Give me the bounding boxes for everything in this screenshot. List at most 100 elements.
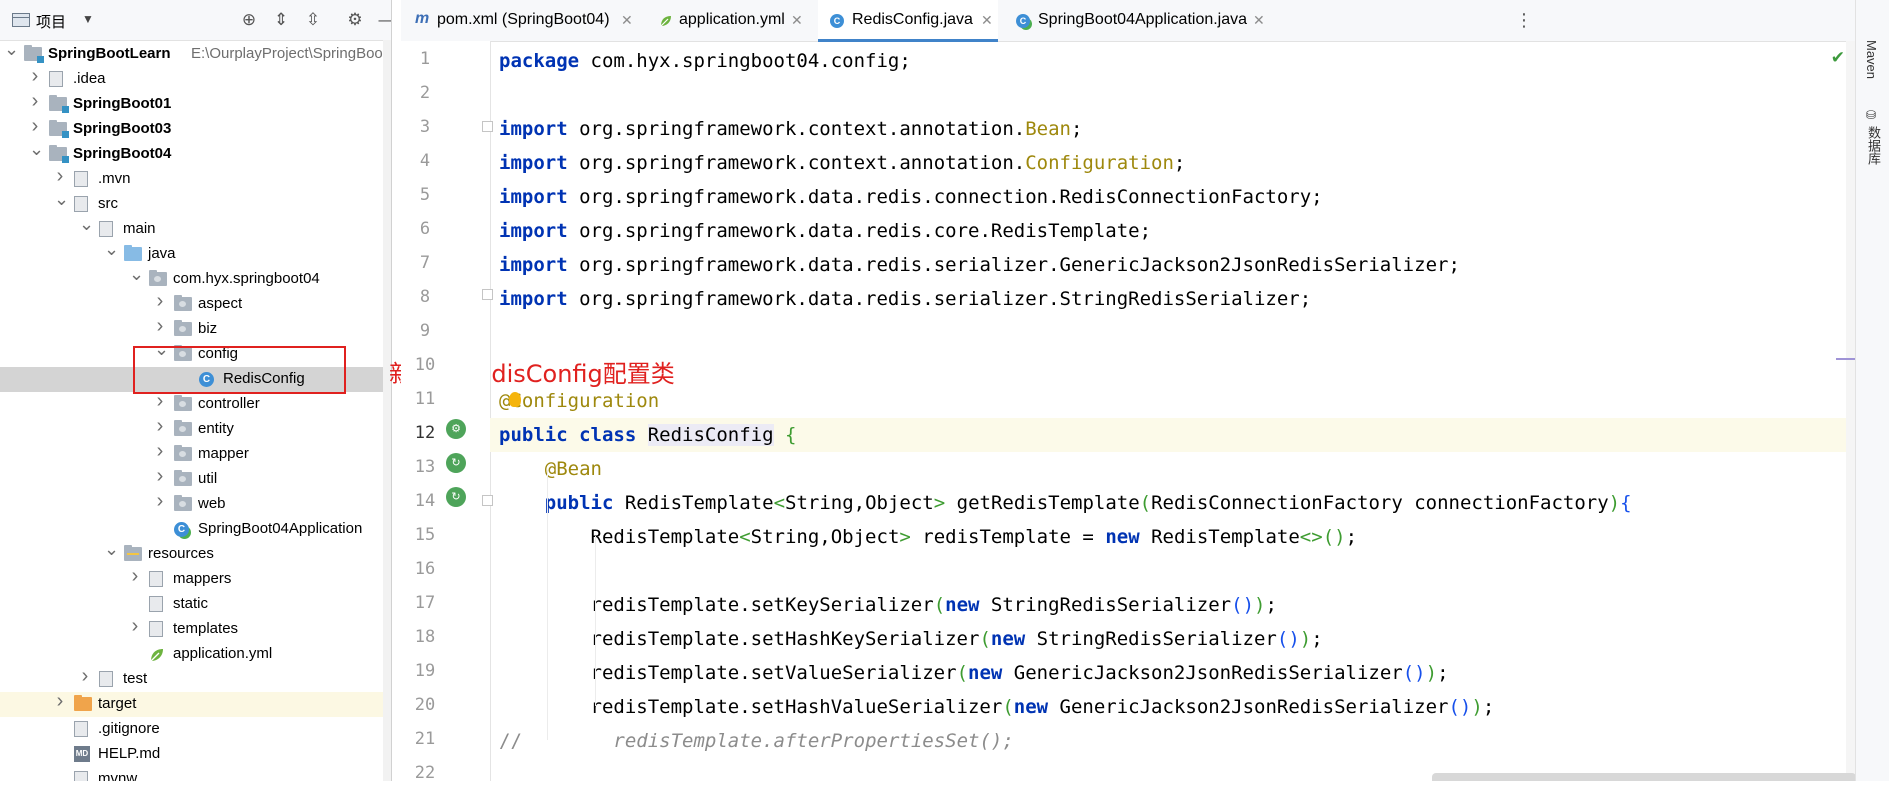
tab-application-yml[interactable]: application.yml ✕ [647, 0, 807, 41]
tree-item-java[interactable]: ⌄ java [0, 240, 391, 267]
tree-item-controller[interactable]: › controller [0, 391, 391, 417]
code-line: import org.springframework.data.redis.se… [499, 254, 1460, 276]
chevron-right-icon[interactable]: › [79, 666, 91, 686]
collapse-all-icon[interactable]: ⇳ [302, 9, 324, 31]
tree-item-util[interactable]: › util [0, 466, 391, 492]
line-number: 10 [414, 355, 436, 375]
line-number: 3 [419, 117, 431, 137]
tab-redisconfig-java[interactable]: C RedisConfig.java ✕ [818, 0, 998, 42]
line-number: 9 [419, 321, 431, 341]
tree-item-label: SpringBoot04Application [198, 520, 363, 537]
chevron-right-icon[interactable]: › [154, 416, 166, 436]
database-tool-button[interactable]: 数据库 [1864, 126, 1883, 165]
tree-item-aspect[interactable]: › aspect [0, 291, 391, 317]
tree-item-help-md[interactable]: MD HELP.md [0, 742, 391, 767]
spring-leaf-icon [149, 647, 165, 663]
project-panel-title[interactable]: 项目 [36, 11, 66, 32]
close-icon[interactable]: ✕ [621, 12, 633, 29]
file-icon [74, 196, 88, 212]
code-line: redisTemplate.setKeySerializer(new Strin… [499, 594, 1277, 616]
chevron-down-icon[interactable]: ⌄ [54, 190, 69, 208]
code-editor[interactable]: package com.hyx.springboot04.config; impo… [490, 41, 1849, 781]
tree-item-main[interactable]: ⌄ main [0, 215, 391, 242]
chevron-right-icon[interactable]: › [129, 616, 141, 636]
tree-item-springboot03[interactable]: › SpringBoot03 [0, 116, 391, 142]
code-line: import org.springframework.data.redis.co… [499, 220, 1152, 242]
chevron-right-icon[interactable]: › [29, 116, 41, 136]
locate-file-icon[interactable]: ⊕ [238, 9, 260, 31]
chevron-right-icon[interactable]: › [54, 166, 66, 186]
expand-all-icon[interactable]: ⇕ [270, 9, 292, 31]
tree-item-label: SpringBoot04 [73, 145, 172, 162]
tree-item-application-yml[interactable]: application.yml [0, 642, 391, 667]
tree-item-entity[interactable]: › entity [0, 416, 391, 442]
tree-item-resources[interactable]: ⌄ resources [0, 540, 391, 567]
intention-bulb-icon[interactable] [509, 392, 521, 407]
close-icon[interactable]: ✕ [791, 12, 803, 29]
fold-icon[interactable] [482, 495, 493, 506]
chevron-right-icon[interactable]: › [154, 491, 166, 511]
tree-item-label: .idea [73, 70, 106, 87]
chevron-right-icon[interactable]: › [129, 566, 141, 586]
tree-item-idea[interactable]: › .idea [0, 66, 391, 92]
chevron-right-icon[interactable]: › [154, 316, 166, 336]
package-icon [174, 295, 192, 311]
chevron-down-icon[interactable]: ⌄ [4, 40, 19, 58]
tree-item-com-hyx-springboot04[interactable]: ⌄ com.hyx.springboot04 [0, 265, 391, 292]
chevron-down-icon[interactable]: ⌄ [79, 215, 94, 233]
minimize-icon[interactable]: — [376, 9, 392, 31]
chevron-down-icon[interactable]: ⌄ [129, 265, 144, 283]
chevron-down-icon[interactable]: ⌄ [104, 240, 119, 258]
fold-icon[interactable] [482, 289, 493, 300]
line-number: 13 [414, 457, 436, 477]
chevron-right-icon[interactable]: › [29, 91, 41, 111]
tab-springboot04application-java[interactable]: C SpringBoot04Application.java ✕ [1008, 0, 1268, 41]
tree-item-templates[interactable]: › templates [0, 616, 391, 642]
horizontal-scrollbar[interactable] [1432, 773, 1856, 781]
spring-bean-gutter-icon[interactable]: ↻ [446, 453, 466, 473]
file-icon [74, 171, 88, 187]
code-line: import org.springframework.data.redis.se… [499, 288, 1312, 310]
spring-bean-gutter-icon[interactable]: ↻ [446, 487, 466, 507]
chevron-right-icon[interactable]: › [154, 441, 166, 461]
code-line: import org.springframework.context.annot… [499, 152, 1186, 174]
tree-item-springbootlearn[interactable]: ⌄ SpringBootLearn E:\OurplayProject\Spring… [0, 40, 391, 67]
chevron-right-icon[interactable]: › [154, 466, 166, 486]
database-icon: ⛁ [1864, 108, 1878, 122]
tree-item-mappers[interactable]: › mappers [0, 566, 391, 592]
chevron-down-icon[interactable]: ⌄ [29, 140, 44, 158]
chevron-down-icon[interactable]: ▼ [82, 12, 94, 26]
tree-item-gitignore[interactable]: .gitignore [0, 717, 391, 742]
editor-tabs: m pom.xml (SpringBoot04) ✕ application.y… [401, 0, 1889, 42]
gear-icon[interactable]: ⚙ [344, 9, 366, 31]
tree-item-springboot04[interactable]: ⌄ SpringBoot04 [0, 140, 391, 167]
indent-guide [547, 470, 548, 740]
maven-tool-button[interactable]: Maven [1864, 40, 1879, 79]
tree-item-src[interactable]: ⌄ src [0, 190, 391, 217]
tree-item-springboot01[interactable]: › SpringBoot01 [0, 91, 391, 117]
chevron-right-icon[interactable]: › [154, 291, 166, 311]
tab-pom-xml[interactable]: m pom.xml (SpringBoot04) ✕ [401, 0, 637, 41]
chevron-down-icon[interactable]: ⌄ [104, 540, 119, 558]
tree-item-target[interactable]: › target [0, 691, 391, 717]
chevron-right-icon[interactable]: › [54, 691, 66, 711]
markdown-file-icon: MD [74, 746, 90, 762]
tree-item-mvnw[interactable]: mvnw [0, 767, 391, 781]
file-icon [149, 621, 163, 637]
project-scrollbar[interactable] [383, 40, 391, 781]
project-view-icon [12, 13, 30, 27]
chevron-right-icon[interactable]: › [154, 391, 166, 411]
tree-item-test[interactable]: › test [0, 666, 391, 692]
close-icon[interactable]: ✕ [981, 12, 993, 29]
fold-icon[interactable] [482, 121, 493, 132]
tree-item-biz[interactable]: › biz [0, 316, 391, 342]
chevron-right-icon[interactable]: › [29, 66, 41, 86]
close-icon[interactable]: ✕ [1253, 12, 1265, 29]
tree-item-label: HELP.md [98, 745, 161, 762]
tree-item-springboot04application[interactable]: C SpringBoot04Application [0, 517, 391, 542]
tree-item-web[interactable]: › web [0, 491, 391, 517]
more-tabs-icon[interactable]: ⋮ [1515, 10, 1533, 31]
tree-item-static[interactable]: static [0, 592, 391, 617]
spring-bean-gutter-icon[interactable]: ⚙ [446, 419, 466, 439]
tree-item-mapper[interactable]: › mapper [0, 441, 391, 467]
